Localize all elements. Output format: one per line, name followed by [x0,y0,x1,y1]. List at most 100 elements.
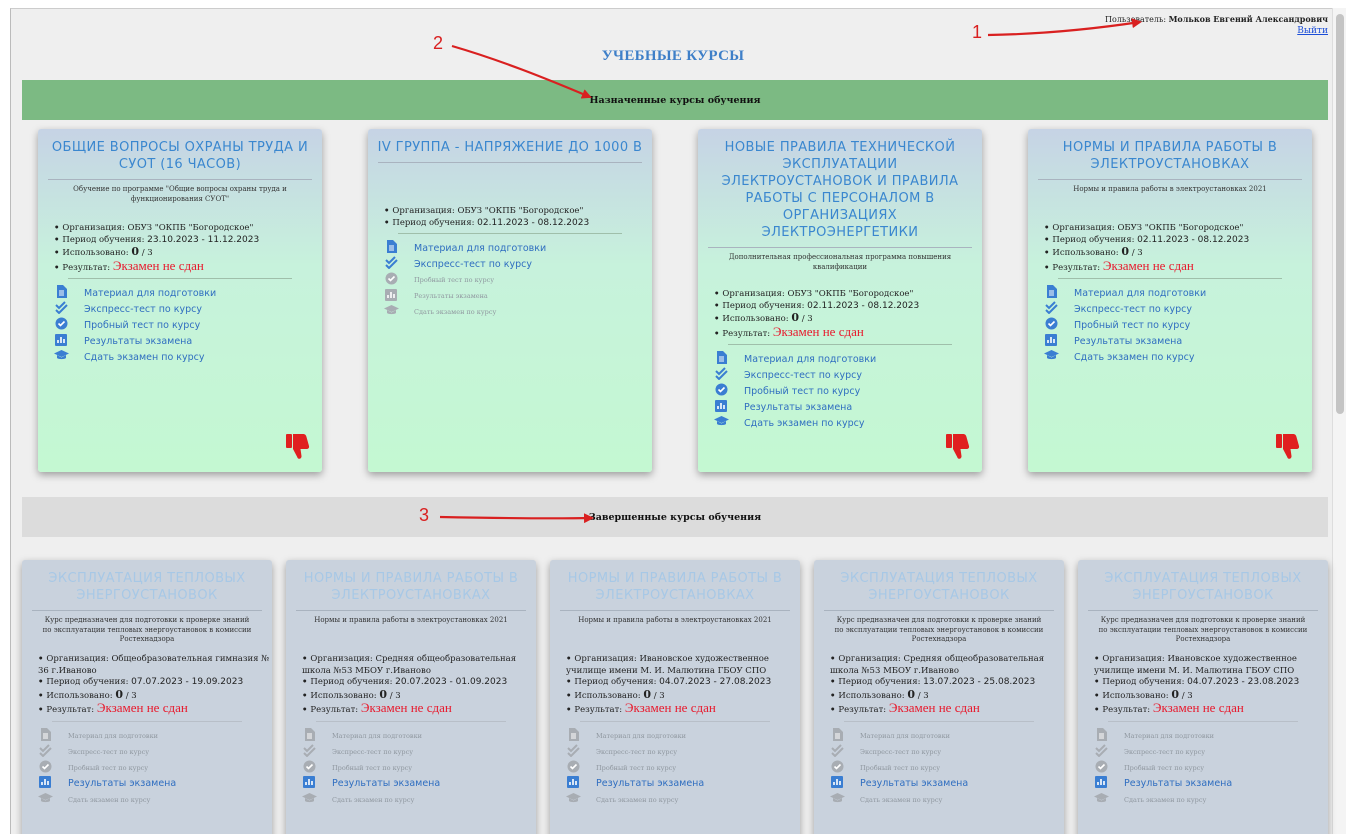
course-title[interactable]: НОРМЫ И ПРАВИЛА РАБОТЫ В ЭЛЕКТРОУСТАНОВК… [286,560,536,610]
action-exam: Сдать экзамен по курсу [38,792,272,808]
org-label: Организация: [722,289,785,299]
graduation-cap-icon [714,416,729,430]
action-label: Материал для подготовки [1124,731,1214,740]
used-count: 0 [131,245,140,258]
action-trial: Пробный тест по курсу [1094,760,1328,776]
action-label: Материал для подготовки [68,731,158,740]
action-exam: Сдать экзамен по курсу [302,792,536,808]
action-material[interactable]: Материал для подготовки [384,240,652,256]
used-count: 0 [1121,245,1130,258]
course-title[interactable]: НОРМЫ И ПРАВИЛА РАБОТЫ В ЭЛЕКТРОУСТАНОВК… [1028,129,1312,179]
action-express: Экспресс-тест по курсу [566,743,800,760]
course-title[interactable]: IV ГРУППА - НАПРЯЖЕНИЕ ДО 1000 В [368,129,652,162]
action-label: Пробный тест по курсу [1124,763,1205,772]
action-results[interactable]: Результаты экзамена [566,776,800,792]
action-label: Сдать экзамен по курсу [596,795,679,804]
action-exam[interactable]: Сдать экзамен по курсу [54,349,322,365]
org-value: ОБУЗ "ОКПБ "Богородское" [1117,223,1244,233]
action-results[interactable]: Результаты экзамена [714,399,982,415]
double-check-icon [384,256,398,272]
action-express[interactable]: Экспресс-тест по курсу [384,256,652,272]
action-label: Сдать экзамен по курсу [1124,795,1207,804]
action-material: Материал для подготовки [302,727,536,744]
course-actions: Материал для подготовки Экспресс-тест по … [38,285,322,365]
logout-link[interactable]: Выйти [1297,26,1328,36]
used-total: / 3 [801,314,813,324]
action-express[interactable]: Экспресс-тест по курсу [714,367,982,383]
check-circle-icon [1094,760,1108,776]
action-material: Материал для подготовки [566,727,800,744]
used-label: Использовано: [62,248,129,258]
course-card: ЭКСПЛУАТАЦИЯ ТЕПЛОВЫХ ЭНЕРГОУСТАНОВОК Кур… [814,560,1064,834]
period-value: 02.11.2023 - 08.12.2023 [477,217,590,228]
course-org: Организация: Общеобразовательная гимнази… [38,654,272,677]
action-results[interactable]: Результаты экзамена [302,776,536,792]
action-express: Экспресс-тест по курсу [302,743,536,760]
course-actions: Материал для подготовки Экспресс-тест по … [698,351,982,431]
scrollbar-thumb[interactable] [1336,14,1344,414]
course-description: Дополнительная профессиональная программ… [708,247,972,289]
action-material[interactable]: Материал для подготовки [714,351,982,367]
graduation-cap-icon [830,792,845,807]
course-period: Период обучения: 02.11.2023 - 08.12.2023 [384,218,652,230]
action-label: Экспресс-тест по курсу [414,258,532,270]
course-title[interactable]: ЭКСПЛУАТАЦИЯ ТЕПЛОВЫХ ЭНЕРГОУСТАНОВОК [1078,560,1328,610]
period-value: 13.07.2023 - 25.08.2023 [923,677,1036,687]
course-title[interactable]: НОВЫЕ ПРАВИЛА ТЕХНИЧЕСКОЙ ЭКСПЛУАТАЦИИ Э… [698,129,982,247]
used-label: Использовано: [838,690,905,701]
divider [52,720,242,722]
used-count: 0 [1171,687,1180,701]
action-material[interactable]: Материал для подготовки [54,285,322,301]
action-exam[interactable]: Сдать экзамен по курсу [1044,349,1312,365]
course-actions: Материал для подготовки Экспресс-тест по … [1028,285,1312,365]
check-circle-icon [566,760,580,776]
document-icon [302,727,316,744]
action-label: Результаты экзамена [68,778,177,789]
action-label: Материал для подготовки [332,731,422,740]
action-results[interactable]: Результаты экзамена [1094,776,1328,792]
result-label: Результат: [310,705,359,715]
double-check-icon [1094,743,1108,760]
check-circle-icon [302,760,316,776]
org-label: Организация: [1102,654,1165,664]
action-trial[interactable]: Пробный тест по курсу [714,383,982,399]
bar-chart-icon [566,776,580,791]
action-results[interactable]: Результаты экзамена [38,776,272,792]
bar-chart-icon [830,776,844,791]
action-exam: Сдать экзамен по курсу [566,792,800,808]
check-circle-icon [830,760,844,776]
action-results[interactable]: Результаты экзамена [830,776,1064,792]
action-results[interactable]: Результаты экзамена [54,333,322,349]
action-express[interactable]: Экспресс-тест по курсу [1044,301,1312,317]
action-results[interactable]: Результаты экзамена [1044,333,1312,349]
vertical-scrollbar[interactable] [1332,8,1346,834]
course-title[interactable]: ОБЩИЕ ВОПРОСЫ ОХРАНЫ ТРУДА И СУОТ (16 ЧА… [38,129,322,179]
course-period: Период обучения: 04.07.2023 - 27.08.2023 [566,677,800,689]
used-label: Использовано: [1052,248,1119,258]
result-value: Экзамен не сдан [112,257,204,273]
course-info: Организация: ОБУЗ "ОКПБ "Богородское"Пер… [1028,223,1312,274]
course-card: ЭКСПЛУАТАЦИЯ ТЕПЛОВЫХ ЭНЕРГОУСТАНОВОК Кур… [1078,560,1328,834]
action-material[interactable]: Материал для подготовки [1044,285,1312,301]
action-exam[interactable]: Сдать экзамен по курсу [714,415,982,431]
course-title[interactable]: ЭКСПЛУАТАЦИЯ ТЕПЛОВЫХ ЭНЕРГОУСТАНОВОК [814,560,1064,610]
action-label: Результаты экзамена [84,335,193,347]
used-count: 0 [115,687,124,701]
course-description [378,162,642,206]
bar-chart-icon [1044,333,1058,349]
page: Пользователь: Мольков Евгений Александро… [0,0,1346,834]
course-title[interactable]: НОРМЫ И ПРАВИЛА РАБОТЫ В ЭЛЕКТРОУСТАНОВК… [550,560,800,610]
action-label: Результаты экзамена [860,778,969,789]
thumbs-down-icon [946,434,970,462]
action-material: Материал для подготовки [38,727,272,744]
action-express[interactable]: Экспресс-тест по курсу [54,301,322,317]
action-label: Пробный тест по курсу [860,763,941,772]
course-description: Курс предназначен для подготовки к прове… [824,610,1054,654]
action-express: Экспресс-тест по курсу [1094,743,1328,760]
action-label: Экспресс-тест по курсу [1074,303,1192,315]
course-title[interactable]: ЭКСПЛУАТАЦИЯ ТЕПЛОВЫХ ЭНЕРГОУСТАНОВОК [22,560,272,610]
used-label: Использовано: [574,690,641,701]
period-label: Период обучения: [1052,234,1135,245]
action-trial[interactable]: Пробный тест по курсу [1044,317,1312,333]
action-trial[interactable]: Пробный тест по курсу [54,317,322,333]
